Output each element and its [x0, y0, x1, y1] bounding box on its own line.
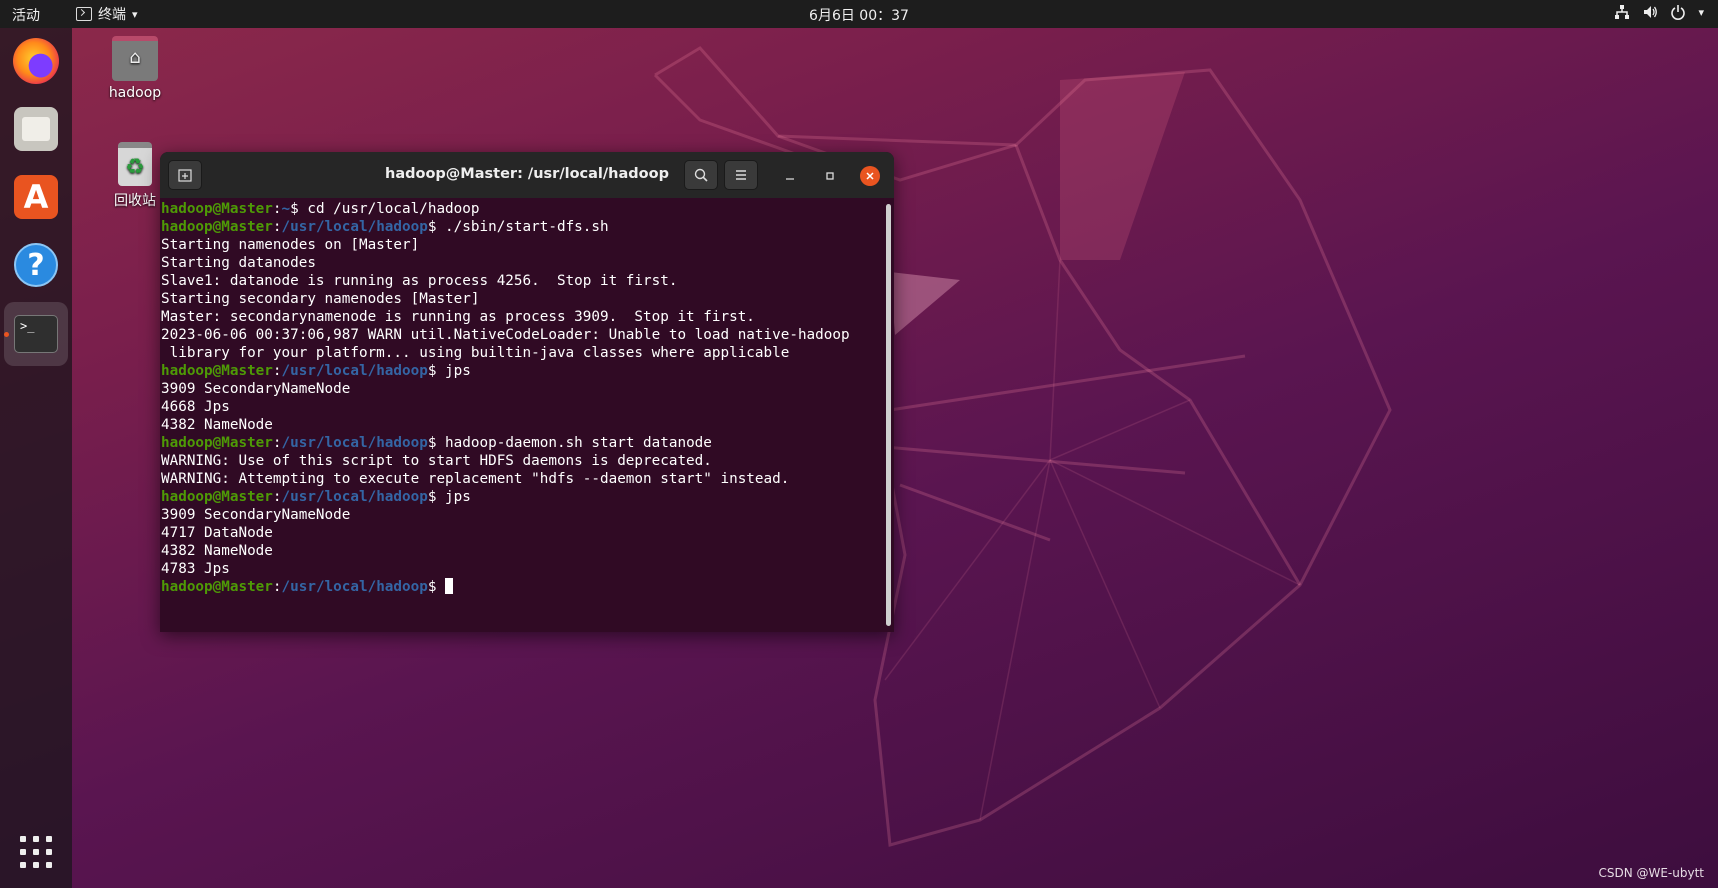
terminal-output-line: Starting secondary namenodes [Master]: [161, 291, 480, 307]
dock-item-firefox[interactable]: [9, 34, 63, 88]
clock[interactable]: 6月6日 00：37: [809, 8, 909, 24]
terminal-output-line: 4382 NameNode: [161, 417, 273, 433]
terminal-prompt-line: hadoop@Master:/usr/local/hadoop$ jps: [161, 363, 471, 379]
firefox-icon: [13, 38, 59, 84]
desktop-icon-home[interactable]: hadoop: [90, 36, 180, 101]
top-bar: 活动 终端 ▾ 6月6日 00：37 ▾: [0, 0, 1718, 28]
close-button[interactable]: [860, 166, 880, 186]
prompt-user: hadoop@Master: [161, 489, 273, 505]
terminal-output-line: 4382 NameNode: [161, 543, 273, 559]
new-tab-icon: [178, 169, 192, 182]
close-icon: [866, 172, 874, 180]
chevron-down-icon[interactable]: ▾: [1698, 6, 1704, 19]
trash-icon: ♻: [118, 142, 152, 186]
terminal-output-line: library for your platform... using built…: [161, 345, 790, 361]
terminal-prompt-line: hadoop@Master:/usr/local/hadoop$ hadoop-…: [161, 435, 712, 451]
system-tray[interactable]: ▾: [1614, 4, 1704, 20]
dock: A ? >_: [0, 28, 72, 888]
search-icon: [694, 168, 708, 182]
prompt-path: /usr/local/hadoop: [281, 363, 428, 379]
terminal-output-line: Master: secondarynamenode is running as …: [161, 309, 755, 325]
terminal-output-line: Starting namenodes on [Master]: [161, 237, 420, 253]
terminal-output-line: 3909 SecondaryNameNode: [161, 507, 351, 523]
terminal-output-line: 3909 SecondaryNameNode: [161, 381, 351, 397]
prompt-command: [436, 579, 445, 595]
terminal-output-line: Starting datanodes: [161, 255, 316, 271]
terminal-prompt-line: hadoop@Master:/usr/local/hadoop$ ./sbin/…: [161, 219, 609, 235]
prompt-command: jps: [436, 363, 471, 379]
prompt-command: hadoop-daemon.sh start datanode: [436, 435, 712, 451]
terminal-prompt-line: hadoop@Master:/usr/local/hadoop$ jps: [161, 489, 471, 505]
desktop-icon-label: hadoop: [108, 85, 162, 101]
menu-button[interactable]: [724, 160, 758, 190]
activities-button[interactable]: 活动: [12, 5, 40, 25]
maximize-button[interactable]: [820, 166, 840, 186]
network-icon[interactable]: [1614, 4, 1630, 20]
prompt-path: /usr/local/hadoop: [281, 435, 428, 451]
prompt-command: jps: [436, 489, 471, 505]
terminal-output[interactable]: hadoop@Master:~$ cd /usr/local/hadoop had…: [160, 200, 885, 632]
home-folder-icon: [112, 36, 158, 81]
terminal-output-line: 4717 DataNode: [161, 525, 273, 541]
terminal-output-line: 4783 Jps: [161, 561, 230, 577]
terminal-small-icon: [76, 7, 92, 21]
prompt-path: /usr/local/hadoop: [281, 579, 428, 595]
hamburger-menu-icon: [736, 170, 746, 180]
terminal-output-line: 2023-06-06 00:37:06,987 WARN util.Native…: [161, 327, 850, 343]
terminal-output-line: Slave1: datanode is running as process 4…: [161, 273, 678, 289]
dock-item-software[interactable]: A: [9, 170, 63, 224]
dock-item-files[interactable]: [9, 102, 63, 156]
prompt-user: hadoop@Master: [161, 201, 273, 217]
watermark: CSDN @WE-ubytt: [1598, 866, 1704, 880]
terminal-output-line: WARNING: Attempting to execute replaceme…: [161, 471, 790, 487]
maximize-icon: [826, 172, 834, 180]
dock-item-help[interactable]: ?: [9, 238, 63, 292]
terminal-prompt-line: hadoop@Master:/usr/local/hadoop$: [161, 578, 885, 596]
chevron-down-icon: ▾: [132, 7, 138, 21]
prompt-path: /usr/local/hadoop: [281, 489, 428, 505]
software-icon: A: [14, 175, 58, 219]
new-tab-button[interactable]: [168, 160, 202, 190]
minimize-icon: [786, 178, 794, 180]
help-icon: ?: [14, 243, 58, 287]
minimize-button[interactable]: [780, 166, 800, 186]
terminal-icon: >_: [14, 315, 58, 353]
terminal-output-line: WARNING: Use of this script to start HDF…: [161, 453, 712, 469]
prompt-path: /usr/local/hadoop: [281, 219, 428, 235]
terminal-output-line: 4668 Jps: [161, 399, 230, 415]
show-applications-icon[interactable]: [20, 836, 52, 868]
dock-item-terminal[interactable]: >_: [4, 302, 68, 366]
desktop: 活动 终端 ▾ 6月6日 00：37 ▾ A ? >_ ⌂ hadoop ♻ 回…: [0, 0, 1718, 888]
files-icon: [14, 107, 58, 151]
app-menu-label: 终端: [98, 7, 126, 23]
prompt-user: hadoop@Master: [161, 579, 273, 595]
prompt-user: hadoop@Master: [161, 435, 273, 451]
text-cursor: [445, 578, 454, 594]
prompt-user: hadoop@Master: [161, 363, 273, 379]
search-button[interactable]: [684, 160, 718, 190]
terminal-header-bar[interactable]: hadoop@Master: /usr/local/hadoop: [160, 152, 894, 198]
running-indicator: [4, 332, 9, 337]
power-icon[interactable]: [1670, 4, 1686, 20]
terminal-prompt-line: hadoop@Master:~$ cd /usr/local/hadoop: [161, 201, 480, 217]
prompt-command: ./sbin/start-dfs.sh: [436, 219, 609, 235]
scrollbar[interactable]: [886, 204, 891, 626]
volume-icon[interactable]: [1642, 4, 1658, 20]
app-menu[interactable]: 终端 ▾: [76, 4, 138, 24]
prompt-path: ~: [281, 201, 291, 217]
prompt-command: cd /usr/local/hadoop: [298, 201, 480, 217]
prompt-user: hadoop@Master: [161, 219, 273, 235]
terminal-window[interactable]: hadoop@Master: /usr/local/hadoop hadoop@…: [160, 152, 894, 632]
